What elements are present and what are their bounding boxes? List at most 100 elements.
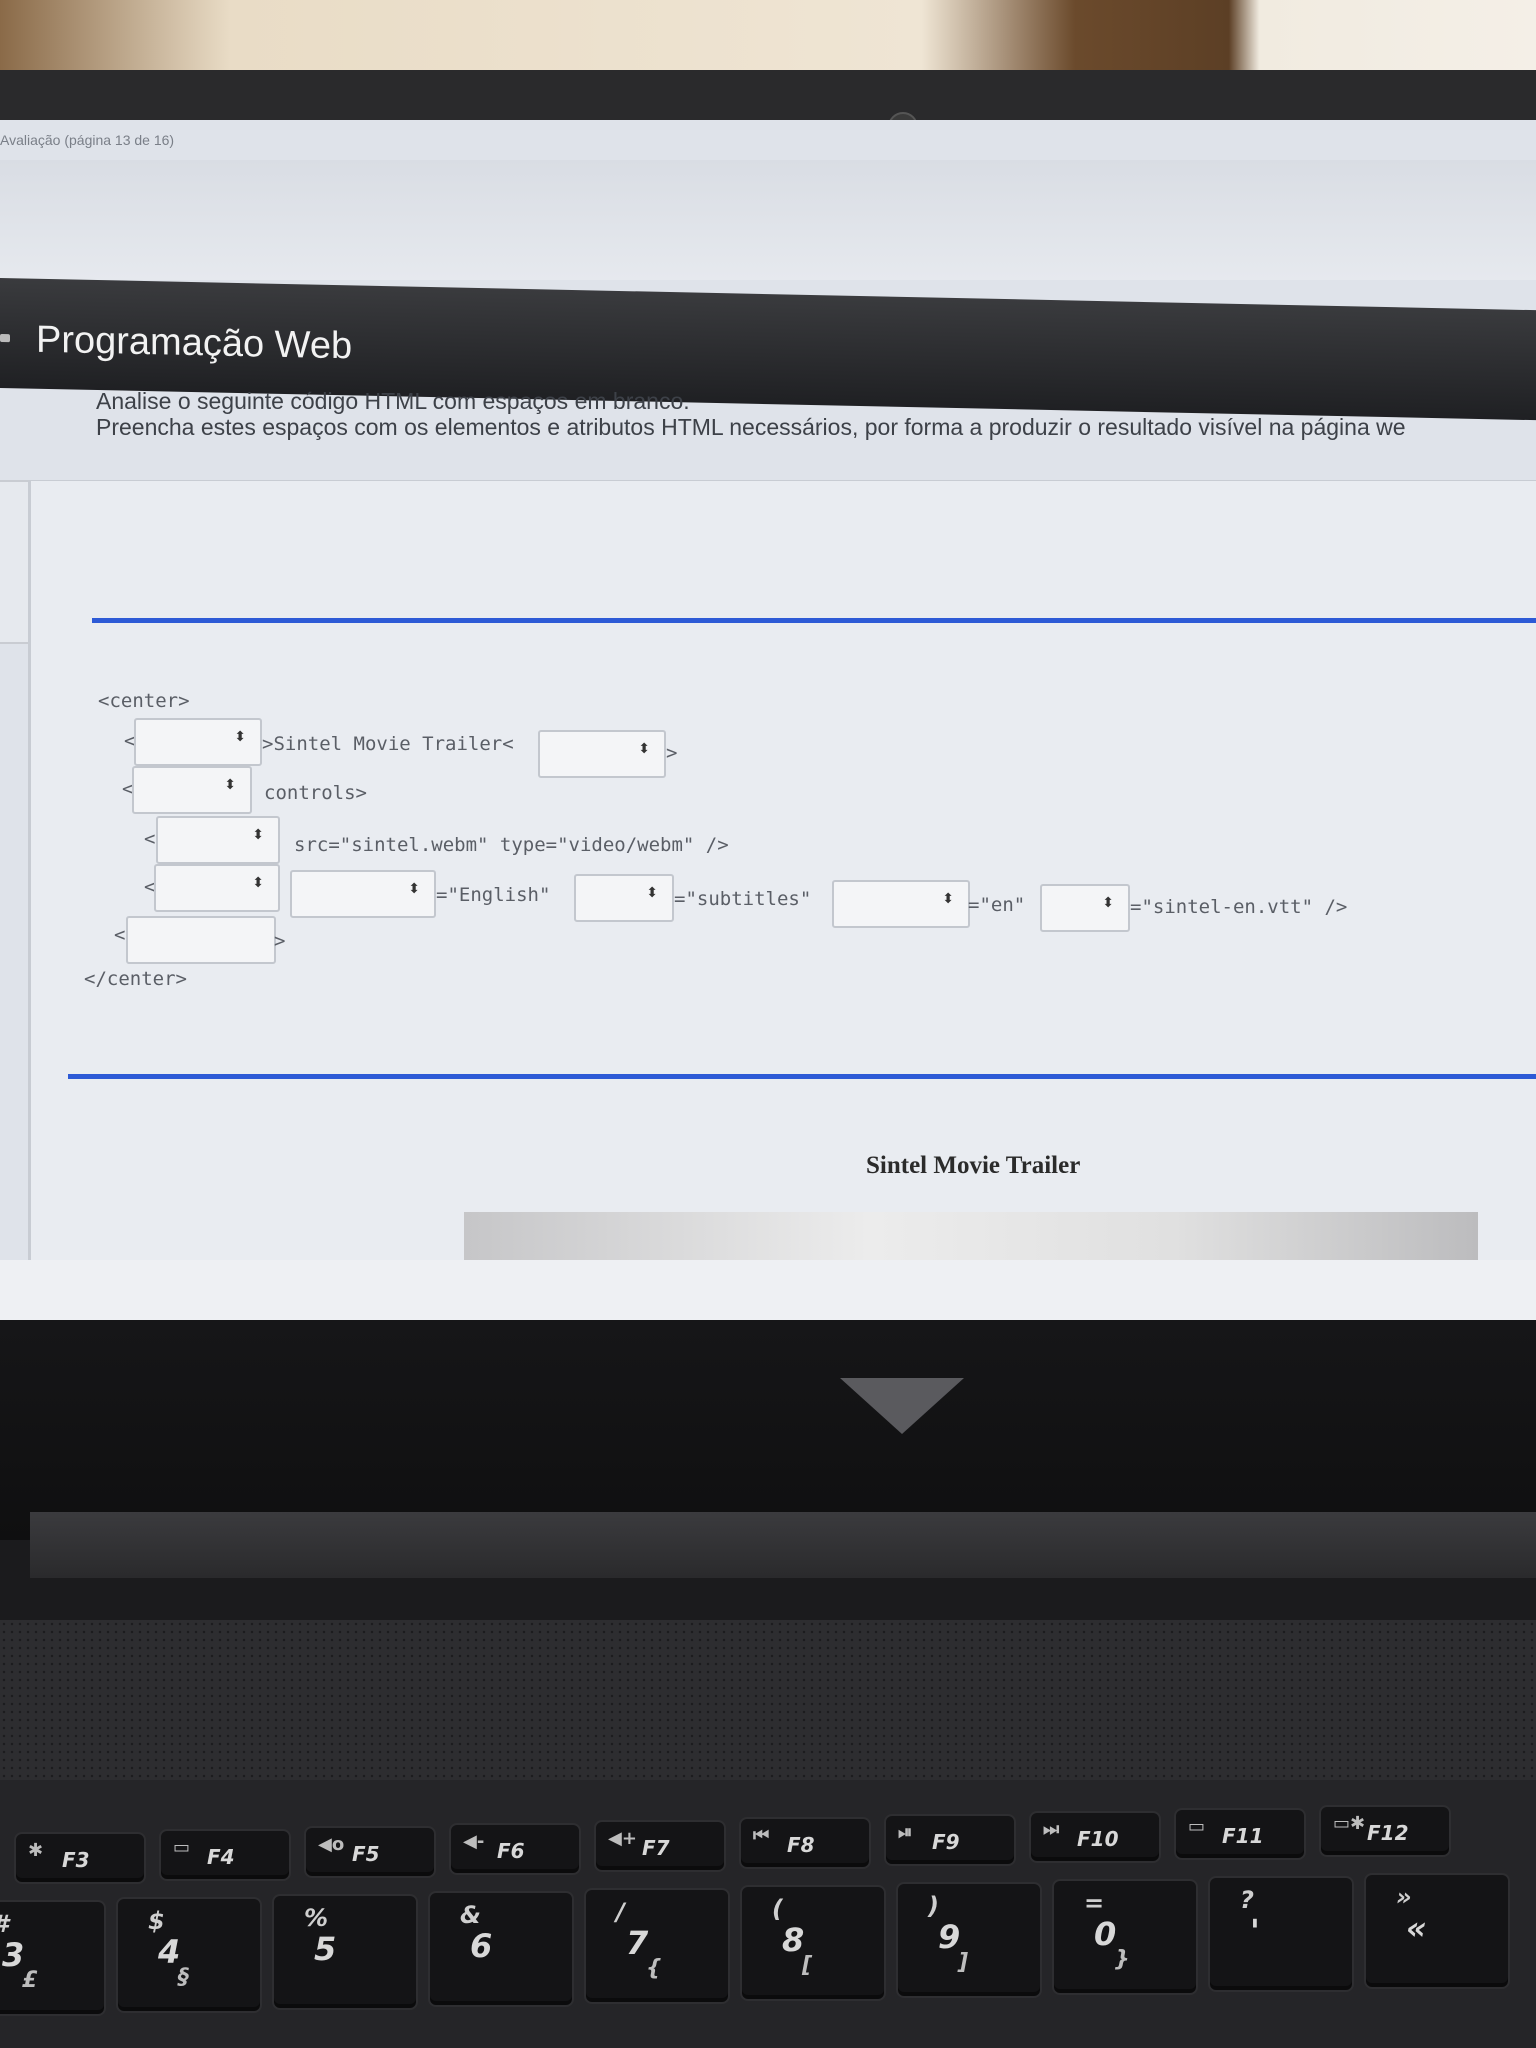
key-main-glyph: « [1406,1909,1427,1947]
blank-select-9[interactable]: ⬍ [1040,884,1130,932]
brand-logo-icon [840,1378,964,1434]
blank-select-4[interactable]: ⬍ [156,816,280,864]
key-7[interactable]: /7{ [584,1888,730,2004]
key-f7[interactable]: ◀+ F7 [594,1820,726,1872]
code-center-close: </center> [84,968,187,990]
key-label: F4 [207,1845,235,1869]
laptop-hinge [30,1512,1536,1578]
key-label: F11 [1222,1824,1264,1848]
select-arrow-icon: ⬍ [252,826,264,842]
key-sub-glyph: £ [22,1968,38,1993]
top-divider [92,618,1536,623]
key-label: F3 [62,1848,90,1872]
key-f9[interactable]: ⏯ F9 [884,1814,1016,1866]
key-main-glyph: 9 [938,1918,961,1956]
key-main-glyph: 6 [470,1927,493,1965]
key-8[interactable]: (8[ [740,1885,886,2001]
key-symbol: ◀+ [608,1828,637,1849]
key-10[interactable]: = 0} [1052,1879,1198,1995]
bottom-divider [68,1074,1536,1079]
select-arrow-icon: ⬍ [234,728,246,744]
key-label: F8 [787,1833,815,1857]
select-arrow-icon: ⬍ [638,740,650,756]
code-line4-d: ="sintel-en.vtt" /> [1130,896,1348,918]
key-label: F10 [1077,1827,1119,1851]
key-top-glyph: / [616,1898,625,1926]
screen-bottom-area [0,1260,1536,1320]
key-symbol: ⏯ [898,1822,913,1843]
blank-select-7[interactable]: ⬍ [574,874,674,922]
key-symbol: ▭✱ [1333,1813,1366,1834]
key-label: F12 [1367,1821,1409,1845]
key-label: F9 [932,1830,960,1854]
key-sub-glyph: ] [958,1950,969,1975]
code-gt: > [274,930,286,952]
blank-select-1[interactable]: ⬍ [134,718,262,766]
page-title: Programação Web [36,318,353,368]
question-instructions: Analise o seguinte código HTML com espaç… [96,388,1406,440]
key-top-glyph: & [460,1901,481,1929]
key-top-glyph: ( [772,1895,783,1923]
code-gt: > [666,742,678,764]
key-12[interactable]: » « [1364,1873,1510,1989]
lower-bezel [0,1320,1536,1540]
code-line4-b: ="subtitles" [674,888,812,910]
key-main-glyph: 5 [314,1930,337,1968]
instruction-line-1: Analise o seguinte código HTML com espaç… [96,388,690,414]
key-f3[interactable]: ✱ F3 [14,1832,146,1884]
key-symbol: ⏮ [753,1825,770,1846]
key-11[interactable]: ? ' [1208,1876,1354,1992]
blank-select-6[interactable]: ⬍ [290,870,436,918]
key-f4[interactable]: ▭ F4 [159,1829,291,1881]
key-4[interactable]: $4 § [116,1897,262,2013]
key-symbol: ⏭ [1043,1819,1060,1840]
key-top-glyph: $ [148,1907,165,1935]
key-symbol: ▭ [173,1837,191,1858]
key-top-glyph: % [304,1904,329,1932]
code-lt: < [144,828,156,850]
select-arrow-icon: ⬍ [408,880,420,896]
instruction-line-2: Preencha estes espaços com os elementos … [96,414,1406,440]
key-main-glyph: 0 [1094,1915,1117,1953]
blank-select-10[interactable] [126,916,276,964]
key-main-glyph: ' [1250,1912,1260,1950]
key-label: F6 [497,1839,525,1863]
key-top-glyph: ) [928,1892,939,1920]
select-arrow-icon: ⬍ [1102,894,1114,910]
key-main-glyph: 8 [782,1921,805,1959]
key-f6[interactable]: ◀- F6 [449,1823,581,1875]
select-arrow-icon: ⬍ [942,890,954,906]
code-line4-a: ="English" [436,884,551,906]
code-line1-mid: >Sintel Movie Trailer< [262,733,514,755]
key-sub-glyph: § [178,1965,189,1990]
key-6[interactable]: & 6 [428,1891,574,2007]
browser-tab-title[interactable]: Avaliação (página 13 de 16) [0,132,174,148]
key-f5[interactable]: ◀o F5 [304,1826,436,1878]
result-title: Sintel Movie Trailer [866,1152,1081,1179]
key-symbol: ◀- [463,1831,485,1852]
code-line4-c: ="en" [968,894,1026,916]
key-f11[interactable]: ▭ F11 [1174,1808,1306,1860]
select-arrow-icon: ⬍ [646,884,658,900]
key-f10[interactable]: ⏭ F10 [1029,1811,1161,1863]
key-symbol: ◀o [318,1834,345,1855]
code-lt: < [114,924,126,946]
select-arrow-icon: ⬍ [252,874,264,890]
browser-toolbar [0,160,1536,280]
key-main-glyph: 3 [2,1936,25,1974]
key-f12[interactable]: ▭✱ F12 [1319,1805,1451,1857]
key-9[interactable]: ) 9] [896,1882,1042,1998]
blank-select-3[interactable]: ⬍ [132,766,252,814]
key-main-glyph: 4 [158,1933,181,1971]
key-top-glyph: ? [1240,1886,1254,1914]
blank-select-8[interactable]: ⬍ [832,880,970,928]
key-3[interactable]: #3£ [0,1900,106,2016]
key-main-glyph: 7 [626,1924,649,1962]
key-5[interactable]: % 5 [272,1894,418,2010]
blank-select-5[interactable]: ⬍ [154,864,280,912]
blank-select-2[interactable]: ⬍ [538,730,666,778]
video-player[interactable] [464,1212,1478,1260]
key-top-glyph: » [1396,1883,1412,1911]
key-symbol: ✱ [28,1840,44,1861]
key-f8[interactable]: ⏮ F8 [739,1817,871,1869]
